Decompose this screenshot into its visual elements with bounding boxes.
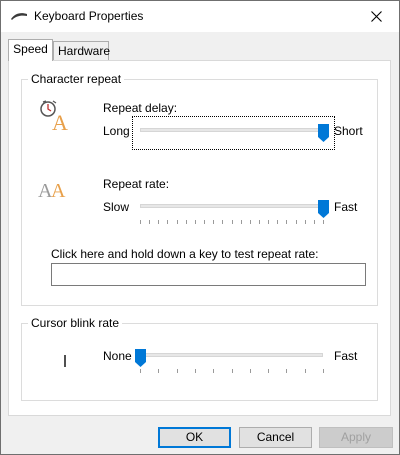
- slider-tick: [204, 220, 206, 224]
- slider-tick: [286, 220, 288, 224]
- slider-tick: [231, 220, 233, 224]
- slider-tick: [268, 369, 270, 373]
- slider-tick: [158, 369, 160, 373]
- repeat-rate-thumb[interactable]: [317, 200, 329, 218]
- cursor-blink-ticks: [140, 369, 324, 373]
- repeat-rate-slider[interactable]: [132, 192, 335, 226]
- slider-tick: [323, 220, 324, 224]
- cancel-button[interactable]: Cancel: [239, 427, 312, 448]
- slider-tick: [240, 220, 242, 224]
- slider-tick: [140, 220, 141, 224]
- window-title: Keyboard Properties: [34, 9, 144, 23]
- slider-tick: [194, 369, 196, 373]
- close-icon: [370, 11, 382, 22]
- repeat-delay-icon: A: [40, 100, 68, 132]
- repeat-delay-label: Repeat delay:: [103, 101, 178, 115]
- tab-hardware-label: Hardware: [58, 44, 111, 58]
- repeat-delay-thumb[interactable]: [317, 124, 329, 142]
- test-repeat-input[interactable]: [51, 263, 366, 286]
- repeat-delay-max-label: Short: [334, 124, 363, 138]
- slider-tick: [167, 220, 169, 224]
- slider-tick: [176, 369, 178, 373]
- repeat-rate-track: [140, 204, 323, 208]
- slider-tick: [158, 220, 160, 224]
- slider-tick: [194, 220, 196, 224]
- cursor-blink-group: Cursor blink rate None Fast: [21, 316, 378, 401]
- cursor-blink-min-label: None: [103, 349, 132, 363]
- cursor-blink-slider[interactable]: [132, 341, 335, 375]
- close-button[interactable]: [353, 1, 399, 32]
- repeat-rate-min-label: Slow: [103, 200, 130, 214]
- slider-tick: [185, 220, 187, 224]
- repeat-delay-slider[interactable]: [132, 116, 335, 150]
- character-repeat-label: Character repeat: [28, 72, 125, 86]
- keyboard-properties-window: Keyboard Properties Speed Hardware Chara…: [0, 0, 400, 455]
- svg-text:A: A: [52, 110, 68, 132]
- slider-tick: [277, 220, 279, 224]
- apply-button[interactable]: Apply: [319, 427, 393, 448]
- slider-tick: [304, 369, 306, 373]
- slider-tick: [231, 369, 233, 373]
- slider-tick: [213, 220, 215, 224]
- character-repeat-group: Character repeat A Repeat delay: Long Sh…: [21, 72, 378, 306]
- slider-tick: [286, 369, 288, 373]
- title-bar[interactable]: Keyboard Properties: [1, 1, 399, 32]
- slider-tick: [149, 220, 151, 224]
- repeat-delay-track: [140, 128, 323, 132]
- ok-button[interactable]: OK: [158, 427, 231, 448]
- tab-speed-label: Speed: [13, 42, 48, 56]
- repeat-rate-ticks: [140, 220, 324, 224]
- slider-tick: [323, 369, 324, 373]
- cursor-blink-thumb[interactable]: [134, 349, 146, 367]
- speed-tab-panel: Character repeat A Repeat delay: Long Sh…: [8, 60, 391, 416]
- slider-tick: [258, 220, 260, 224]
- slider-tick: [304, 220, 306, 224]
- slider-tick: [295, 220, 297, 224]
- cursor-blink-preview-icon: [64, 355, 66, 367]
- tab-hardware[interactable]: Hardware: [53, 41, 111, 61]
- repeat-rate-icon: A A: [38, 180, 66, 201]
- repeat-rate-label: Repeat rate:: [103, 177, 170, 191]
- slider-tick: [249, 369, 251, 373]
- svg-text:A: A: [51, 180, 66, 201]
- slider-tick: [313, 220, 315, 224]
- cursor-blink-max-label: Fast: [334, 349, 358, 363]
- slider-tick: [222, 220, 224, 224]
- cursor-blink-label: Cursor blink rate: [28, 316, 123, 330]
- slider-tick: [268, 220, 270, 224]
- keyboard-icon: [11, 13, 27, 20]
- cursor-blink-track: [140, 353, 323, 357]
- tab-speed[interactable]: Speed: [8, 39, 53, 61]
- slider-tick: [213, 369, 215, 373]
- slider-tick: [176, 220, 178, 224]
- slider-tick: [249, 220, 251, 224]
- repeat-rate-max-label: Fast: [334, 200, 358, 214]
- repeat-delay-min-label: Long: [103, 124, 130, 138]
- test-repeat-prompt: Click here and hold down a key to test r…: [51, 247, 319, 261]
- slider-tick: [140, 369, 141, 373]
